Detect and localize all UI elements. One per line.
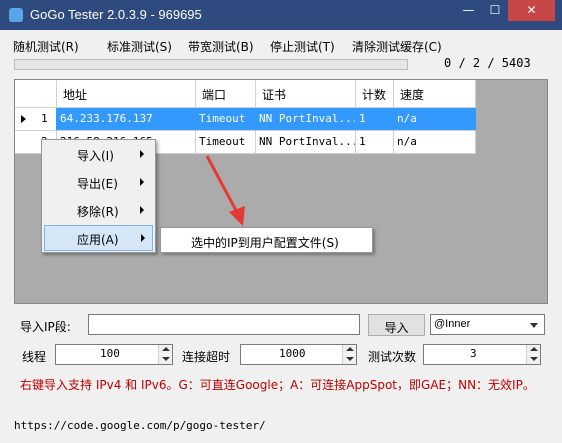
project-url[interactable]: https://code.google.com/p/gogo-tester/	[14, 419, 266, 432]
import-source-value: @Inner	[434, 318, 471, 330]
spin-up-button[interactable]	[526, 345, 540, 354]
ctx-apply[interactable]: 应用(A)	[44, 225, 153, 251]
submenu-arrow-icon	[141, 234, 145, 242]
spin-up-icon	[162, 347, 170, 351]
cell-port[interactable]: Timeout	[196, 108, 256, 131]
import-button[interactable]: 导入	[368, 314, 425, 336]
menu-bar: 随机测试(R) 标准测试(S) 带宽测试(B) 停止测试(T) 清除测试缓存(C…	[0, 30, 562, 56]
ctx-import-label: 导入(I)	[77, 149, 114, 163]
annotation-arrow-icon	[205, 155, 245, 226]
cell-speed[interactable]: n/a	[394, 108, 476, 131]
spin-up-icon	[346, 347, 354, 351]
ctx-remove-label: 移除(R)	[77, 205, 119, 219]
spin-up-button[interactable]	[158, 345, 172, 354]
col-address[interactable]: 地址	[57, 80, 196, 108]
menu-standard-test[interactable]: 标准测试(S)	[107, 38, 172, 55]
submenu-arrow-icon	[140, 150, 144, 158]
current-row-icon	[21, 115, 26, 123]
cell-count[interactable]: 1	[356, 131, 394, 154]
cell-speed[interactable]: n/a	[394, 131, 476, 154]
tests-label: 测试次数	[368, 350, 417, 364]
menu-bandwidth-test[interactable]: 带宽测试(B)	[188, 38, 254, 55]
spin-up-button[interactable]	[342, 345, 356, 354]
progress-text: 0 / 2 / 5403	[444, 56, 531, 70]
threads-stepper[interactable]: 100	[55, 344, 173, 365]
cell-cert[interactable]: NN PortInval...	[256, 108, 356, 131]
app-icon	[9, 8, 23, 22]
hint-text: 右键导入支持 IPv4 和 IPv6。G：可直连Google；A：可连接AppS…	[20, 378, 535, 392]
col-cert[interactable]: 证书	[256, 80, 356, 108]
tests-value: 3	[470, 347, 477, 360]
tests-stepper[interactable]: 3	[423, 344, 541, 365]
spin-up-icon	[530, 347, 538, 351]
threads-value: 100	[100, 347, 120, 360]
spin-down-button[interactable]	[158, 355, 172, 364]
ctx-apply-label: 应用(A)	[77, 233, 119, 247]
timeout-value: 1000	[279, 347, 306, 360]
spin-down-button[interactable]	[526, 355, 540, 364]
submenu-arrow-icon	[140, 178, 144, 186]
cell-cert[interactable]: NN PortInval...	[256, 131, 356, 154]
spin-down-icon	[162, 357, 170, 361]
submenu-apply-to-config[interactable]: 选中的IP到用户配置文件(S)	[191, 234, 339, 251]
chevron-down-icon	[530, 323, 538, 328]
col-speed[interactable]: 速度	[394, 80, 476, 108]
cell-count[interactable]: 1	[356, 108, 394, 131]
threads-label: 线程	[22, 350, 47, 364]
submenu[interactable]: 选中的IP到用户配置文件(S)	[160, 227, 373, 253]
ctx-import[interactable]: 导入(I)	[44, 141, 153, 167]
submenu-arrow-icon	[140, 206, 144, 214]
row-number: 1	[41, 112, 48, 125]
row-header[interactable]: 1	[15, 108, 57, 131]
col-count[interactable]: 计数	[356, 80, 394, 108]
import-label: 导入IP段:	[20, 320, 71, 334]
table-row[interactable]: 1 64.233.176.137 Timeout NN PortInval...…	[15, 108, 476, 131]
ctx-export-label: 导出(E)	[77, 177, 118, 191]
grid-corner-header	[15, 80, 57, 108]
import-source-select[interactable]: @Inner	[430, 314, 545, 335]
col-port[interactable]: 端口	[196, 80, 256, 108]
spin-down-icon	[530, 357, 538, 361]
context-menu: 导入(I) 导出(E) 移除(R) 应用(A)	[41, 139, 156, 253]
spin-down-icon	[346, 357, 354, 361]
minimize-button[interactable]: —	[455, 0, 482, 21]
timeout-stepper[interactable]: 1000	[240, 344, 357, 365]
menu-random-test[interactable]: 随机测试(R)	[13, 38, 79, 55]
spin-down-button[interactable]	[342, 355, 356, 364]
timeout-label: 连接超时	[182, 350, 231, 364]
menu-clear-cache[interactable]: 清除测试缓存(C)	[352, 38, 442, 55]
close-button[interactable]: ✕	[508, 0, 555, 21]
maximize-button[interactable]: ☐	[482, 0, 508, 21]
menu-stop-test[interactable]: 停止测试(T)	[270, 38, 335, 55]
cell-address[interactable]: 64.233.176.137	[57, 108, 196, 131]
progress-bar	[14, 59, 408, 70]
ctx-remove[interactable]: 移除(R)	[44, 197, 153, 223]
window-title: GoGo Tester 2.0.3.9 - 969695	[30, 7, 202, 22]
ctx-export[interactable]: 导出(E)	[44, 169, 153, 195]
import-ip-input[interactable]	[88, 314, 360, 335]
